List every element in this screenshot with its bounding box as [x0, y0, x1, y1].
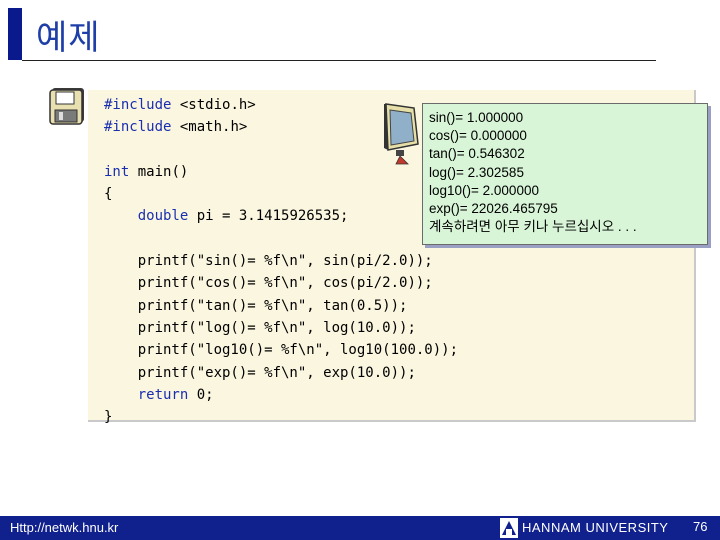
code-line: printf("cos()= %f\n", cos(pi/2.0)); — [137, 275, 433, 292]
slide-title: 예제 — [36, 18, 101, 58]
code-line: printf("log()= %f\n", log(10.0)); — [137, 319, 416, 336]
code-line: } — [104, 409, 113, 426]
footer-url: Http://netwk.hnu.kr — [10, 520, 119, 535]
code-line: double pi = 3.1415926535; — [137, 208, 349, 225]
footer-bar: Http://netwk.hnu.kr HANNAM UNIVERSITY 76 — [0, 516, 720, 540]
monitor-icon — [384, 103, 419, 165]
output-line: log()= 2.302585 — [429, 164, 524, 180]
code-line: printf("exp()= %f\n", exp(10.0)); — [137, 364, 416, 381]
footer-university: HANNAM UNIVERSITY — [522, 520, 669, 535]
page-number: 76 — [693, 519, 708, 534]
output-line: sin()= 1.000000 — [429, 110, 524, 125]
title-accent-bar — [8, 8, 22, 60]
floppy-disk-icon — [49, 88, 84, 125]
university-logo-icon — [500, 518, 518, 538]
code-line: printf("sin()= %f\n", sin(pi/2.0)); — [137, 253, 433, 270]
output-line: tan()= 0.546302 — [429, 146, 525, 162]
code-line: { — [104, 186, 113, 203]
console-output: sin()= 1.000000 cos()= 0.000000 tan()= 0… — [422, 103, 708, 245]
output-line: 계속하려면 아무 키나 누르십시오 . . . — [429, 219, 637, 235]
code-line: return 0; — [137, 386, 214, 403]
code-line: printf("tan()= %f\n", tan(0.5)); — [137, 297, 408, 314]
output-line: log10()= 2.000000 — [429, 182, 539, 198]
output-line: cos()= 0.000000 — [429, 128, 527, 144]
output-line: exp()= 22026.465795 — [429, 201, 558, 217]
title-divider — [22, 60, 656, 61]
code-line: printf("log10()= %f\n", log10(100.0)); — [137, 342, 459, 359]
